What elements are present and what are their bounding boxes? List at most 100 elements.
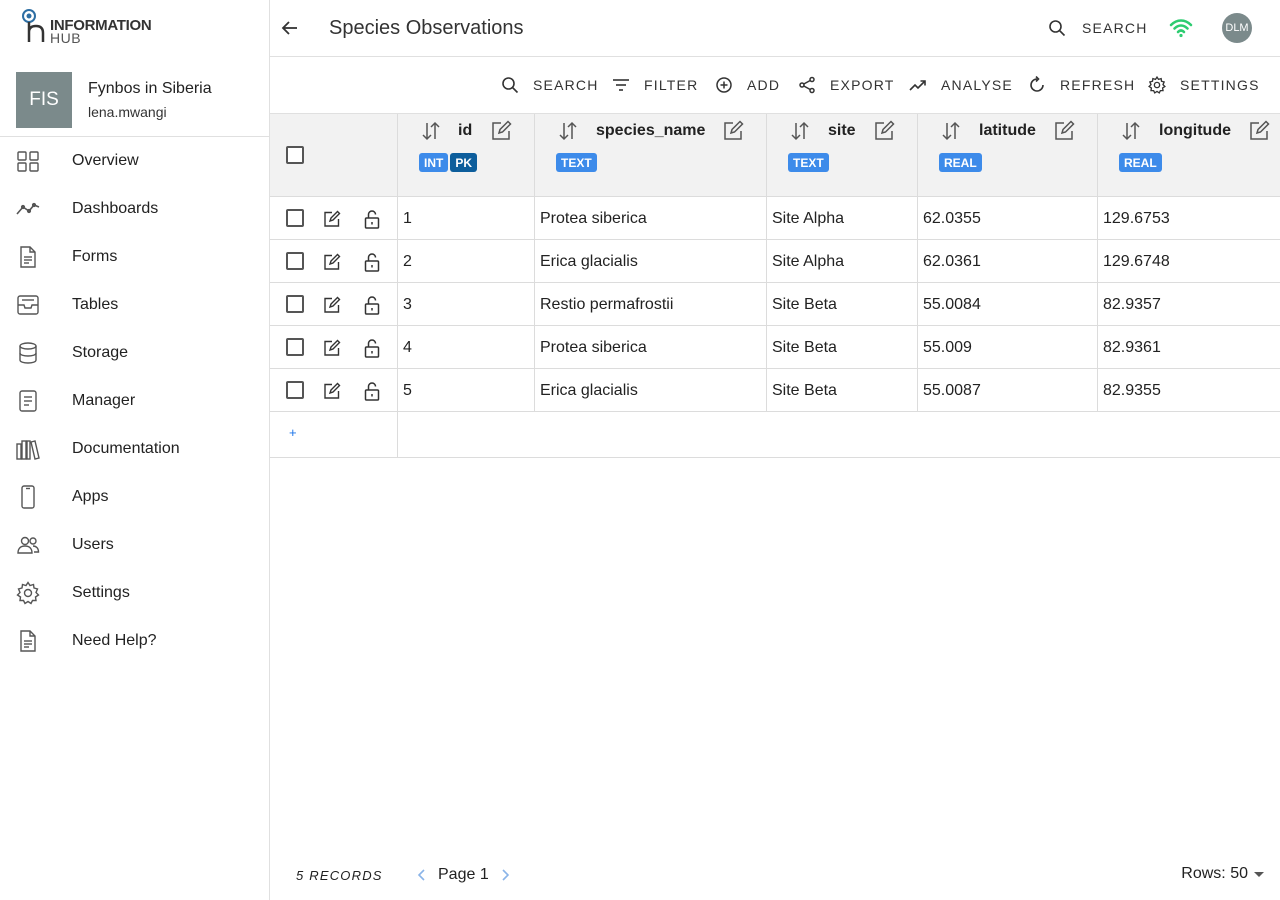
cell-site[interactable]: Site Beta	[766, 326, 917, 369]
table-row[interactable]: 3 Restio permafrostii Site Beta 55.0084 …	[270, 283, 1280, 326]
logo[interactable]: INFORMATION HUB	[20, 8, 160, 48]
sidebar-item-storage[interactable]: Storage	[0, 329, 270, 377]
select-all-checkbox[interactable]	[286, 146, 304, 164]
sort-icon[interactable]	[1120, 120, 1142, 142]
row-checkbox[interactable]	[286, 295, 304, 313]
unlock-icon[interactable]	[363, 295, 381, 315]
cell-id[interactable]: 2	[397, 240, 534, 283]
edit-column-icon[interactable]	[873, 120, 895, 142]
toolbar-settings-button[interactable]: SETTINGS	[1148, 73, 1260, 97]
header-search-button[interactable]: SEARCH	[1048, 16, 1148, 40]
sidebar-item-forms[interactable]: Forms	[0, 233, 270, 281]
cell-longitude[interactable]: 129.6748	[1097, 240, 1280, 283]
cell-site[interactable]: Site Beta	[766, 283, 917, 326]
table-row[interactable]: 5 Erica glacialis Site Beta 55.0087 82.9…	[270, 369, 1280, 412]
cell-id[interactable]: 3	[397, 283, 534, 326]
sidebar-item-documentation[interactable]: Documentation	[0, 425, 270, 473]
unlock-icon[interactable]	[363, 338, 381, 358]
cell-species-name[interactable]: Restio permafrostii	[534, 283, 766, 326]
cell-latitude[interactable]: 62.0355	[917, 197, 1097, 240]
edit-column-icon[interactable]	[722, 120, 744, 142]
edit-row-icon[interactable]	[323, 296, 341, 314]
table-row[interactable]: 2 Erica glacialis Site Alpha 62.0361 129…	[270, 240, 1280, 283]
row-checkbox[interactable]	[286, 381, 304, 399]
row-checkbox[interactable]	[286, 338, 304, 356]
column-header-site: site TEXT	[766, 114, 917, 197]
edit-row-icon[interactable]	[323, 210, 341, 228]
cell-species-name[interactable]: Erica glacialis	[534, 240, 766, 283]
type-badge: REAL	[1119, 153, 1162, 172]
cell-longitude[interactable]: 82.9357	[1097, 283, 1280, 326]
sidebar-item-label: Tables	[72, 296, 119, 313]
cell-species-name[interactable]: Protea siberica	[534, 326, 766, 369]
refresh-icon	[1030, 76, 1044, 92]
toolbar-analyse-button[interactable]: ANALYSE	[909, 73, 1013, 97]
back-button[interactable]	[278, 16, 302, 40]
edit-row-icon[interactable]	[323, 339, 341, 357]
sort-icon[interactable]	[789, 120, 811, 142]
arrow-left-icon	[281, 21, 297, 35]
rows-per-page-select[interactable]: Rows: 50	[1181, 865, 1264, 883]
toolbar-refresh-button[interactable]: REFRESH	[1028, 73, 1135, 97]
sidebar-item-manager[interactable]: Manager	[0, 377, 270, 425]
toolbar-search-button[interactable]: SEARCH	[501, 73, 599, 97]
toolbar-search-label: SEARCH	[533, 77, 599, 93]
project-avatar: FIS	[16, 72, 72, 128]
sort-icon[interactable]	[557, 120, 579, 142]
help-doc-icon	[16, 629, 40, 653]
rows-per-page-label: Rows: 50	[1181, 865, 1248, 882]
add-row-button[interactable]: +	[289, 425, 297, 440]
gear-icon	[16, 581, 40, 605]
unlock-icon[interactable]	[363, 252, 381, 272]
sidebar-item-label: Apps	[72, 488, 109, 505]
cell-longitude[interactable]: 82.9361	[1097, 326, 1280, 369]
column-name: id	[458, 122, 473, 139]
cell-longitude[interactable]: 129.6753	[1097, 197, 1280, 240]
cell-latitude[interactable]: 55.0087	[917, 369, 1097, 412]
cell-latitude[interactable]: 55.0084	[917, 283, 1097, 326]
sort-icon[interactable]	[420, 120, 442, 142]
cell-site[interactable]: Site Alpha	[766, 240, 917, 283]
sidebar-item-help[interactable]: Need Help?	[0, 617, 270, 665]
cell-id[interactable]: 4	[397, 326, 534, 369]
sidebar-item-overview[interactable]: Overview	[0, 137, 270, 185]
row-checkbox[interactable]	[286, 252, 304, 270]
add-circle-icon	[716, 77, 732, 93]
column-name: site	[828, 122, 856, 139]
cell-species-name[interactable]: Protea siberica	[534, 197, 766, 240]
type-badge: INT	[419, 153, 449, 172]
toolbar-filter-button[interactable]: FILTER	[612, 73, 698, 97]
column-type-badges: REAL	[1119, 153, 1162, 172]
toolbar-add-button[interactable]: ADD	[715, 73, 780, 97]
table-row[interactable]: 1 Protea siberica Site Alpha 62.0355 129…	[270, 197, 1280, 240]
sidebar-item-settings[interactable]: Settings	[0, 569, 270, 617]
cell-latitude[interactable]: 62.0361	[917, 240, 1097, 283]
sidebar-item-apps[interactable]: Apps	[0, 473, 270, 521]
project-header[interactable]: FIS Fynbos in Siberia lena.mwangi	[0, 57, 270, 137]
cell-species-name[interactable]: Erica glacialis	[534, 369, 766, 412]
cell-id[interactable]: 1	[397, 197, 534, 240]
edit-column-icon[interactable]	[1053, 120, 1075, 142]
table-row[interactable]: 4 Protea siberica Site Beta 55.009 82.93…	[270, 326, 1280, 369]
chevron-left-icon[interactable]	[416, 867, 428, 883]
user-avatar[interactable]: DLM	[1222, 13, 1252, 43]
sidebar-item-tables[interactable]: Tables	[0, 281, 270, 329]
chevron-right-icon[interactable]	[499, 867, 511, 883]
unlock-icon[interactable]	[363, 381, 381, 401]
cell-id[interactable]: 5	[397, 369, 534, 412]
edit-column-icon[interactable]	[1248, 120, 1270, 142]
cell-site[interactable]: Site Beta	[766, 369, 917, 412]
edit-column-icon[interactable]	[490, 120, 512, 142]
sidebar-item-dashboards[interactable]: Dashboards	[0, 185, 270, 233]
cell-site[interactable]: Site Alpha	[766, 197, 917, 240]
cell-latitude[interactable]: 55.009	[917, 326, 1097, 369]
edit-row-icon[interactable]	[323, 382, 341, 400]
sidebar-item-users[interactable]: Users	[0, 521, 270, 569]
row-checkbox[interactable]	[286, 209, 304, 227]
unlock-icon[interactable]	[363, 209, 381, 229]
sidebar-item-label: Storage	[72, 344, 129, 361]
sort-icon[interactable]	[940, 120, 962, 142]
edit-row-icon[interactable]	[323, 253, 341, 271]
toolbar-export-button[interactable]: EXPORT	[798, 73, 895, 97]
cell-longitude[interactable]: 82.9355	[1097, 369, 1280, 412]
